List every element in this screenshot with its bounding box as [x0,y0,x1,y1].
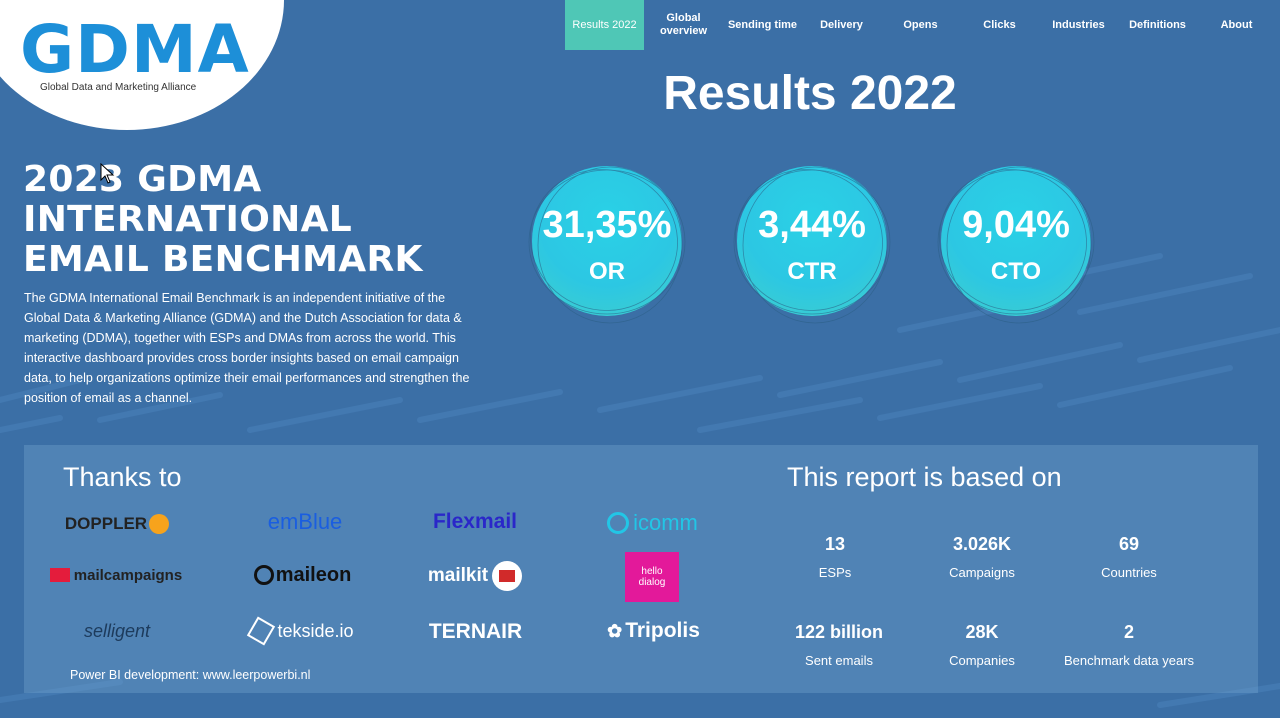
partner-flexmail-logo[interactable]: Flexmail [425,508,525,536]
nav-clicks[interactable]: Clicks [960,0,1039,50]
partner-name: mailcampaigns [73,566,183,584]
stat-companies: 28K Companies [912,622,1052,668]
nav-delivery[interactable]: Delivery [802,0,881,50]
nav-results-2022[interactable]: Results 2022 [565,0,644,50]
nav-about[interactable]: About [1197,0,1276,50]
kpi-value: 3,44% [758,204,866,246]
partner-hello-dialog-logo[interactable]: hello dialog [625,552,679,602]
icomm-icon [607,512,630,534]
kpi-click-through-rate: 3,44% CTR [729,160,899,330]
logo-subtitle: Global Data and Marketing Alliance [40,82,197,93]
top-nav: Results 2022 Global overview Sending tim… [565,0,1276,50]
kpi-value: 31,35% [542,204,672,246]
nav-definitions[interactable]: Definitions [1118,0,1197,50]
gdma-logo[interactable]: GDMA [20,14,250,86]
report-title: This report is based on [787,462,1062,492]
partner-selligent-logo[interactable]: selligent [62,616,172,646]
mailcampaigns-icon [49,568,70,582]
benchmark-title-line: EMAIL BENCHMARK [23,239,423,280]
partner-mailcampaigns-logo[interactable]: mailcampaigns [46,562,186,588]
powerbi-credit[interactable]: Power BI development: www.leerpowerbi.nl [70,668,310,682]
stat-label: Companies [949,653,1015,668]
benchmark-title-line: 2023 GDMA [23,159,262,200]
mouse-cursor-icon [100,163,115,184]
doppler-icon [149,514,170,534]
tekside-icon [247,616,276,646]
kpi-label: CTO [990,258,1042,285]
partner-tekside-logo[interactable]: tekside.io [245,616,360,646]
nav-global-overview[interactable]: Global overview [644,0,723,50]
kpi-click-to-open: 9,04% CTO [933,160,1103,330]
stat-value: 13 [824,534,846,554]
partner-maileon-logo[interactable]: maileon [245,560,360,590]
tripolis-icon: ✿ [607,620,623,641]
stat-label: Campaigns [949,565,1015,580]
partner-tripolis-logo[interactable]: ✿ Tripolis [596,616,711,646]
page-title: Results 2022 [663,67,957,120]
stat-value: 3.026K [952,534,1012,554]
thanks-title: Thanks to [63,462,182,492]
benchmark-description: The GDMA International Email Benchmark i… [24,291,470,405]
partner-name: tekside.io [277,620,354,641]
mailkit-icon [492,561,523,591]
stat-value: 2 [1123,622,1134,642]
nav-industries[interactable]: Industries [1039,0,1118,50]
benchmark-title-line: INTERNATIONAL [23,199,352,240]
partner-name: Tripolis [625,619,700,642]
stat-label: Benchmark data years [1063,653,1195,668]
stat-campaigns: 3.026K Campaigns [912,534,1052,580]
nav-sending-time[interactable]: Sending time [723,0,802,50]
kpi-open-rate: 31,35% OR [524,160,694,330]
kpi-value: 9,04% [962,204,1070,246]
stat-value: 69 [1118,534,1140,554]
stat-value: 28K [965,622,999,642]
stat-value: 122 billion [794,622,884,642]
partner-name: DOPPLER [64,514,148,533]
maileon-icon [253,565,274,585]
partner-emblue-logo[interactable]: emBlue [250,508,360,536]
benchmark-title: 2023 GDMA INTERNATIONAL EMAIL BENCHMARK [23,160,483,280]
stat-sent-emails: 122 billion Sent emails [769,622,909,668]
stat-benchmark-years: 2 Benchmark data years [1059,622,1199,668]
partner-name: maileon [275,563,352,586]
stat-label: Countries [1101,565,1157,580]
partner-name: icomm [633,510,698,535]
stat-countries: 69 Countries [1059,534,1199,580]
partner-doppler-logo[interactable]: DOPPLER [62,510,172,538]
stat-label: ESPs [818,565,852,580]
stat-label: Sent emails [805,653,873,668]
kpi-label: CTR [787,258,837,285]
kpi-label: OR [589,258,625,285]
partner-icomm-logo[interactable]: icomm [590,508,715,538]
stat-esps: 13 ESPs [765,534,905,580]
partner-name: mailkit [427,565,489,586]
partner-mailkit-logo[interactable]: mailkit [420,560,530,592]
partner-ternair-logo[interactable]: TERNAIR [418,618,533,646]
nav-opens[interactable]: Opens [881,0,960,50]
